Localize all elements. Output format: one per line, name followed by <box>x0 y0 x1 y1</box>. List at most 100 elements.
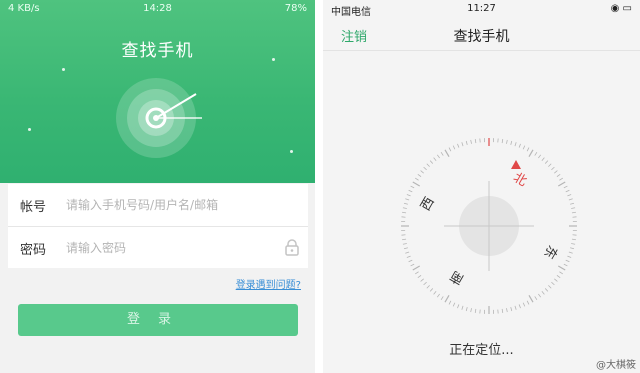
compass-tick <box>461 305 464 310</box>
compass-tick <box>423 281 427 286</box>
compass-tick <box>420 278 424 282</box>
compass-tick <box>405 198 410 201</box>
star-decoration <box>62 68 65 71</box>
compass: 北 西 东 南 <box>401 138 577 314</box>
compass-tick <box>470 308 472 313</box>
compass-tick <box>444 294 450 303</box>
compass-tick <box>448 147 452 152</box>
compass-tick <box>565 189 570 193</box>
compass-tick <box>405 251 410 254</box>
compass-tick <box>567 194 572 197</box>
compass-tick <box>571 238 576 241</box>
password-input[interactable] <box>66 235 276 261</box>
compass-tick <box>570 202 575 205</box>
compass-tick <box>402 243 407 245</box>
compass-tick <box>420 170 424 174</box>
compass-tick <box>571 211 576 214</box>
login-help-link[interactable]: 登录遇到问题? <box>236 276 301 291</box>
compass-tick <box>417 275 422 279</box>
compass-tick <box>417 173 422 177</box>
compass-tick <box>556 275 561 279</box>
compass-tick <box>452 145 456 150</box>
compass-tick <box>548 163 552 167</box>
compass-tick <box>563 263 568 267</box>
compass-tick <box>514 142 517 147</box>
compass-tick <box>518 304 521 309</box>
compass-tick <box>506 139 508 144</box>
compass-tick <box>544 288 549 292</box>
compass-tick <box>436 293 440 298</box>
watermark: @大棋筱 <box>596 360 636 371</box>
locating-status: 正在定位... <box>449 343 514 358</box>
compass-tick <box>402 211 407 214</box>
compass-tick <box>568 198 573 201</box>
compass-tick <box>510 140 513 145</box>
north-pointer-icon <box>511 160 521 169</box>
compass-tick <box>522 302 526 307</box>
radar-icon <box>116 78 202 158</box>
compass-tick <box>465 140 468 145</box>
page-title: 查找手机 <box>453 29 510 45</box>
compass-tick <box>526 300 530 305</box>
locate-screen: 中国电信 11:27 ◉ ▭ 注销 查找手机 北 西 东 南 正在定位... @… <box>323 0 640 373</box>
status-time: 11:27 <box>467 3 496 14</box>
login-screen: 4 KB/s 14:28 78% 查找手机 帐号 密码 <box>0 0 315 373</box>
compass-tick <box>440 296 444 301</box>
status-time: 14:28 <box>143 3 172 14</box>
compass-tick <box>538 154 542 159</box>
compass-tick <box>506 308 508 313</box>
compass-tick <box>501 139 504 144</box>
compass-tick <box>567 255 572 258</box>
compass-tick <box>461 142 464 147</box>
compass-tick <box>408 189 413 193</box>
page-title: 查找手机 <box>121 41 194 61</box>
compass-tick <box>554 278 558 282</box>
login-form: 帐号 密码 <box>8 184 308 268</box>
compass-tick <box>403 202 408 205</box>
compass-tick <box>470 139 472 144</box>
compass-tick <box>452 302 456 307</box>
compass-tick <box>534 151 538 156</box>
compass-tick <box>556 173 561 177</box>
compass-tick <box>510 307 513 312</box>
account-input[interactable] <box>66 192 276 218</box>
compass-tick <box>534 296 538 301</box>
compass-tick <box>465 307 468 312</box>
compass-tick <box>448 300 452 305</box>
status-bar: 中国电信 11:27 ◉ ▭ <box>323 0 640 18</box>
compass-tick <box>571 207 576 209</box>
compass-tick <box>410 263 415 267</box>
compass-tick <box>457 304 460 309</box>
compass-tick <box>501 308 504 313</box>
panel-divider <box>315 0 323 373</box>
compass-east: 东 <box>540 242 559 261</box>
compass-tick <box>551 281 555 286</box>
compass-tick <box>429 288 434 292</box>
compass-tick <box>518 143 521 148</box>
location-icon: ◉ ▭ <box>610 3 632 14</box>
password-label: 密码 <box>20 243 47 258</box>
compass-tick <box>474 308 477 313</box>
account-row: 帐号 <box>8 184 308 225</box>
compass-tick <box>565 259 570 263</box>
compass-tick <box>440 151 444 156</box>
compass-tick <box>559 271 564 275</box>
compass-tick <box>457 143 460 148</box>
account-label: 帐号 <box>20 200 47 215</box>
compass-tick <box>571 243 576 245</box>
login-button[interactable]: 登录 <box>18 304 298 336</box>
compass-tick <box>426 285 430 289</box>
compass-tick <box>570 247 575 250</box>
compass-tick <box>414 271 419 275</box>
battery-level: 78% <box>284 3 307 14</box>
compass-tick <box>426 163 430 167</box>
compass-tick <box>541 291 545 295</box>
compass-tick <box>410 185 415 189</box>
compass-tick <box>444 149 450 158</box>
compass-tick <box>514 305 517 310</box>
compass-tick <box>541 157 545 161</box>
star-decoration <box>28 128 31 131</box>
compass-tick <box>406 255 411 258</box>
compass-tick <box>554 170 558 174</box>
compass-tick <box>557 181 566 187</box>
